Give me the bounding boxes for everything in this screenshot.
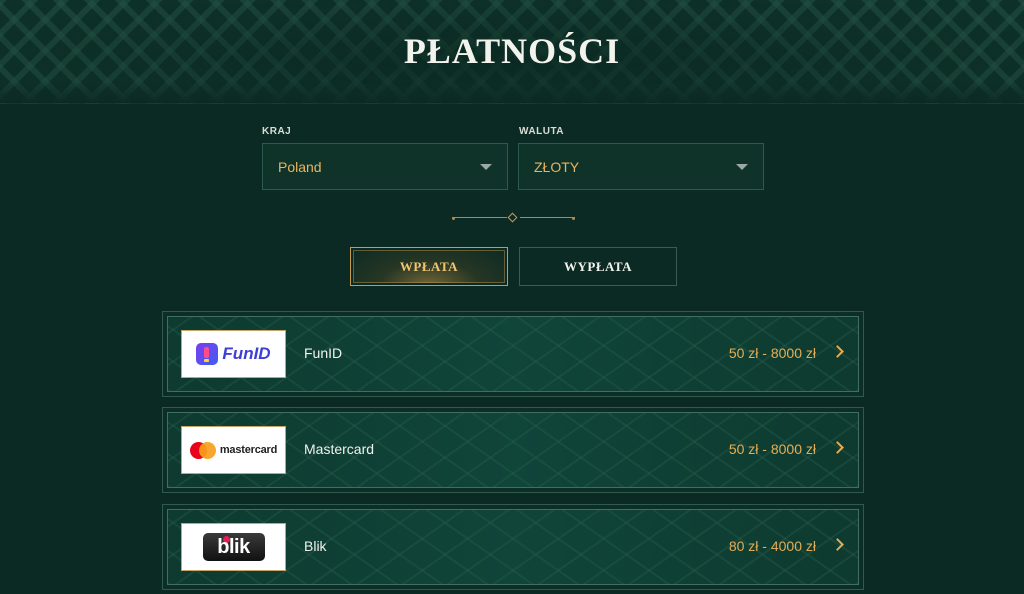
blik-logo: blik <box>181 523 286 571</box>
method-name: Mastercard <box>304 441 375 457</box>
country-value: Poland <box>278 158 322 175</box>
tab-deposit-label: WPŁATA <box>399 258 459 274</box>
method-range: 80 zł - 4000 zł <box>728 538 816 554</box>
payment-method-mastercard[interactable]: mastercard Mastercard 50 zł - 8000 zł <box>162 407 864 493</box>
payment-method-row[interactable]: FunID FunID 50 zł - 8000 zł <box>167 316 859 392</box>
currency-select[interactable]: ZŁOTY <box>518 143 764 190</box>
payment-method-row[interactable]: blik Blik 80 zł - 4000 zł <box>167 509 859 585</box>
chevron-right-icon <box>831 345 844 358</box>
tab-withdrawal[interactable]: WYPŁATA <box>519 247 677 286</box>
method-range: 50 zł - 8000 zł <box>728 441 816 457</box>
funid-logo: FunID <box>181 330 286 378</box>
method-name: Blik <box>304 538 327 554</box>
payment-method-blik[interactable]: blik Blik 80 zł - 4000 zł <box>162 504 864 590</box>
payment-method-row[interactable]: mastercard Mastercard 50 zł - 8000 zł <box>167 412 859 488</box>
chevron-down-icon <box>736 164 748 170</box>
mastercard-logo: mastercard <box>181 426 286 474</box>
currency-value: ZŁOTY <box>534 158 580 175</box>
method-range: 50 zł - 8000 zł <box>728 345 816 361</box>
funid-icon <box>196 343 219 365</box>
country-label: KRAJ <box>262 126 292 137</box>
ornament-divider <box>452 212 575 224</box>
country-select[interactable]: Poland <box>262 143 508 190</box>
tab-deposit[interactable]: WPŁATA <box>350 247 508 286</box>
chevron-right-icon <box>831 538 844 551</box>
payment-method-funid[interactable]: FunID FunID 50 zł - 8000 zł <box>162 311 864 397</box>
method-name: FunID <box>304 345 343 361</box>
currency-label: WALUTA <box>519 126 565 137</box>
tab-withdrawal-label: WYPŁATA <box>563 258 633 274</box>
chevron-down-icon <box>480 164 492 170</box>
chevron-right-icon <box>831 441 844 454</box>
page-title: PŁATNOŚCI <box>403 31 621 71</box>
mastercard-icon <box>189 441 216 459</box>
